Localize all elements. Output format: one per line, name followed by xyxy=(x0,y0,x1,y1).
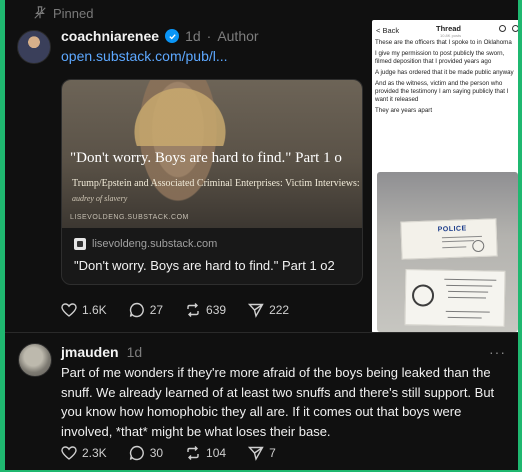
police-card: POLICE xyxy=(400,218,498,260)
verified-icon xyxy=(165,29,180,43)
like-count: 1.6K xyxy=(82,303,107,317)
screenshot-paragraph: These are the officers that I spoke to i… xyxy=(375,39,512,46)
image-title: "Don't worry. Boys are hard to find." Pa… xyxy=(70,150,342,166)
share-count: 7 xyxy=(269,446,276,460)
screenshot-text: These are the officers that I spoke to i… xyxy=(375,39,517,118)
like-button[interactable]: 2.3K xyxy=(61,445,107,461)
screenshot-paragraph: A judge has ordered that it be made publ… xyxy=(375,69,514,76)
post-header: coachniarenee 1d · Author xyxy=(61,28,259,44)
pinned-label: Pinned xyxy=(53,5,94,21)
screenshot-title: Thread xyxy=(436,24,462,33)
share-icon xyxy=(248,446,264,461)
embedded-screenshot[interactable]: < Back Thread 10.8K posts These are the … xyxy=(372,20,518,333)
post-divider xyxy=(5,332,518,333)
photo-hair xyxy=(122,80,238,146)
screenshot-paragraph: And as the witness, victim and the perso… xyxy=(375,80,509,103)
reply-count: 27 xyxy=(149,303,164,317)
timestamp[interactable]: 1d xyxy=(127,344,143,360)
like-count: 2.3K xyxy=(82,446,107,460)
comment-icon xyxy=(129,302,144,318)
screenshot-back: < Back xyxy=(376,26,400,35)
screenshot-nav: < Back Thread 10.8K posts xyxy=(376,24,518,38)
username[interactable]: coachniarenee xyxy=(61,28,159,44)
post-link[interactable]: open.substack.com/pub/l... xyxy=(61,48,228,64)
image-byline: audrey of slavery xyxy=(72,194,128,203)
avatar[interactable] xyxy=(17,30,51,64)
reply-count: 30 xyxy=(149,446,164,460)
image-domain: LISEVOLDENG.SUBSTACK.COM xyxy=(70,214,189,221)
pin-icon xyxy=(34,6,46,19)
author-badge: Author xyxy=(217,28,259,44)
share-button[interactable]: 7 xyxy=(248,445,276,461)
meta-separator: · xyxy=(206,28,212,44)
post-text: Part of me wonders if they're more afrai… xyxy=(61,365,495,439)
screenshot-subtitle: 10.8K posts xyxy=(440,33,462,38)
police-card-header: POLICE xyxy=(437,225,467,234)
repost-count: 639 xyxy=(206,303,227,317)
username[interactable]: jmauden xyxy=(61,344,119,360)
reply-button[interactable]: 30 xyxy=(129,445,163,461)
share-icon xyxy=(248,303,264,318)
repost-count: 104 xyxy=(206,446,227,460)
heart-icon xyxy=(61,446,77,460)
repost-button[interactable]: 639 xyxy=(185,302,226,318)
card-title: "Don't worry. Boys are hard to find." Pa… xyxy=(74,258,335,273)
link-preview-card[interactable]: "Don't worry. Boys are hard to find." Pa… xyxy=(61,79,363,285)
heart-icon xyxy=(61,303,77,317)
share-button[interactable]: 222 xyxy=(248,302,289,318)
screenshot-paragraph: They are years apart xyxy=(375,107,433,114)
repost-button[interactable]: 104 xyxy=(185,445,226,461)
repost-icon xyxy=(187,446,199,460)
reply-button[interactable]: 27 xyxy=(129,302,163,318)
post-actions: 2.3K 30 104 7 xyxy=(61,445,276,461)
menu-icon xyxy=(512,25,518,32)
post-actions: 1.6K 27 639 222 xyxy=(61,302,289,318)
avatar[interactable] xyxy=(18,343,52,377)
favicon-icon xyxy=(74,238,86,250)
link-preview-image: "Don't worry. Boys are hard to find." Pa… xyxy=(62,80,363,228)
link-preview-info: lisevoldeng.substack.com "Don't worry. B… xyxy=(74,238,352,273)
like-button[interactable]: 1.6K xyxy=(61,302,107,318)
comment-icon xyxy=(129,445,144,461)
card-domain: lisevoldeng.substack.com xyxy=(92,238,218,250)
business-cards-photo: POLICE xyxy=(377,172,518,332)
screenshot-paragraph: I give my permission to post publicly th… xyxy=(375,50,505,65)
image-subtitle: Trump/Epstein and Associated Criminal En… xyxy=(72,178,363,189)
pinned-indicator: Pinned xyxy=(33,4,93,22)
bell-icon xyxy=(499,25,506,32)
timestamp[interactable]: 1d xyxy=(185,28,201,44)
more-icon[interactable]: ··· xyxy=(489,344,506,360)
repost-icon xyxy=(187,303,199,317)
share-count: 222 xyxy=(269,303,290,317)
osbi-card xyxy=(404,269,506,327)
thread-feed: Pinned coachniarenee 1d · Author open.su… xyxy=(5,0,518,470)
post-header: jmauden 1d xyxy=(61,344,142,360)
